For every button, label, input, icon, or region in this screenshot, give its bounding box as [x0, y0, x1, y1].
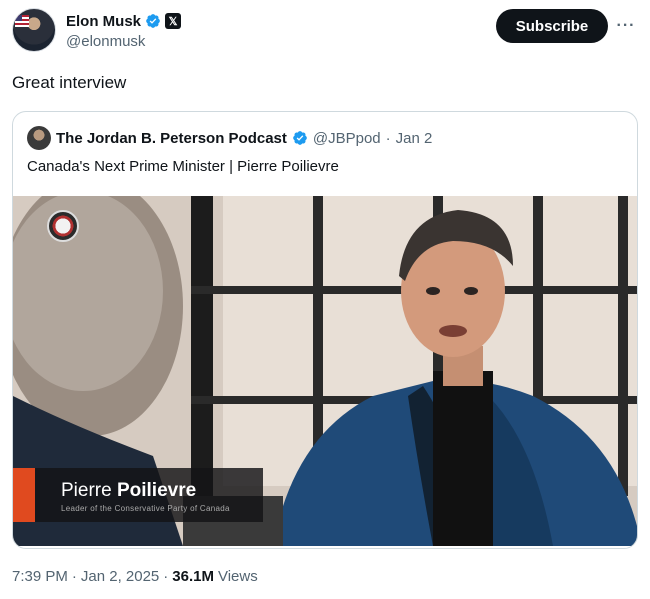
verified-icon: [293, 131, 307, 145]
views-label: Views: [217, 568, 258, 585]
quoted-header: The Jordan B. Peterson Podcast @JBPpod ·…: [27, 126, 432, 150]
dot-separator: ·: [163, 568, 169, 585]
tweet-meta: 7:39 PM · Jan 2, 2025 · 36.1M Views: [12, 568, 258, 585]
quoted-author-handle[interactable]: @JBPpod: [313, 130, 381, 147]
x-logo-icon: 𝕏: [165, 13, 182, 29]
quoted-author-avatar[interactable]: [27, 126, 51, 150]
caption-last-name: Poilievre: [116, 480, 197, 501]
more-options-icon[interactable]: ···: [616, 16, 636, 36]
flag-icon: [15, 15, 29, 27]
quoted-date[interactable]: Jan 2: [396, 130, 433, 147]
tweet-date[interactable]: Jan 2, 2025: [81, 568, 159, 585]
author-name-row: Elon Musk 𝕏: [66, 12, 182, 30]
tweet-header: Elon Musk 𝕏 @elonmusk Subscribe ···: [12, 8, 638, 56]
dot-separator: ·: [385, 129, 391, 147]
subscribe-button[interactable]: Subscribe: [496, 9, 608, 43]
tweet-time[interactable]: 7:39 PM: [12, 568, 68, 585]
podcast-logo-icon: [47, 210, 79, 242]
quoted-author-name[interactable]: The Jordan B. Peterson Podcast: [56, 130, 287, 147]
author-display-name[interactable]: Elon Musk: [66, 13, 141, 30]
author-handle[interactable]: @elonmusk: [66, 33, 145, 50]
lower-third-name: Pierre Poilievre: [61, 480, 196, 502]
lower-third-subtitle: Leader of the Conservative Party of Cana…: [61, 504, 230, 513]
views-count: 36.1M: [172, 568, 214, 585]
verified-icon: [146, 14, 160, 28]
dot-separator: ·: [71, 568, 77, 585]
quoted-tweet[interactable]: The Jordan B. Peterson Podcast @JBPpod ·…: [12, 111, 638, 549]
video-player[interactable]: Pierre Poilievre Leader of the Conservat…: [13, 196, 637, 546]
quoted-text: Canada's Next Prime Minister | Pierre Po…: [27, 158, 339, 175]
tweet-text: Great interview: [12, 73, 127, 92]
lower-third-accent: [13, 468, 35, 522]
author-avatar[interactable]: [12, 8, 56, 52]
caption-first-name: Pierre: [61, 480, 117, 501]
